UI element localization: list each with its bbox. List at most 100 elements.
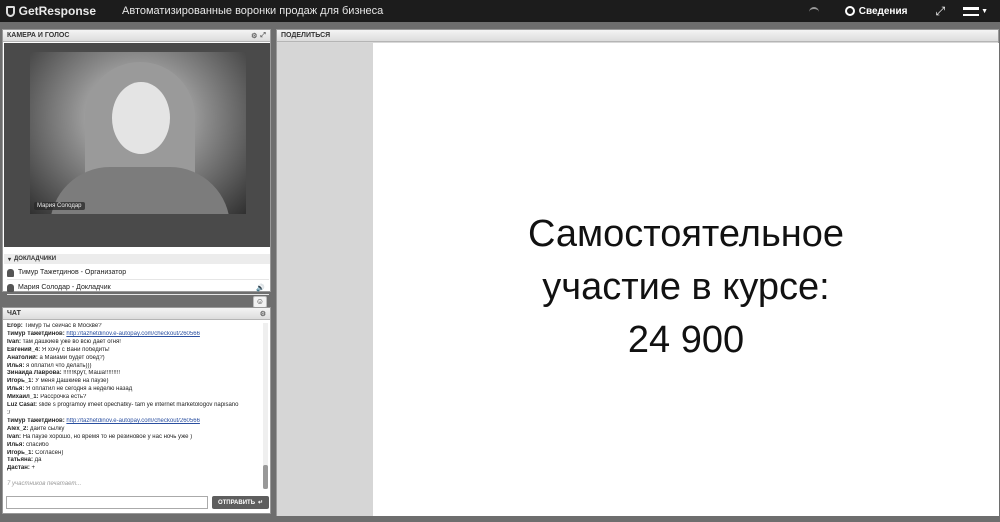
layout-icon (963, 6, 980, 16)
chevron-down-icon: ▼ (981, 7, 988, 15)
chat-text: а Майами будет обед?) (39, 354, 105, 361)
speaker-volume-icon: 🔊 (256, 284, 265, 292)
camera-panel: КАМЕРА И ГОЛОС ⚙ ⤢ Мария Солодар ▾ ДОКЛА… (2, 29, 271, 308)
chat-text: я оплатил что делать))) (25, 362, 92, 369)
person-icon (7, 283, 14, 292)
slide-line: участие в курсе: (542, 266, 830, 308)
chat-message: Илья: Я оплатил не сегодня а неделю наза… (7, 386, 263, 394)
slide-text: Самостоятельное участие в курсе: 24 900 (373, 208, 999, 367)
chat-text: Согласен) (35, 449, 64, 456)
chat-message: Игорь_1: Согласен) (7, 450, 263, 458)
gear-icon (844, 6, 855, 16)
person-icon (7, 268, 14, 277)
chat-message: Егор: Тимур ты сейчас в Москве? (7, 323, 263, 331)
speaker-row[interactable]: Мария Солодар - Докладчик 🔊 (7, 281, 269, 295)
top-bar: GetResponse Автоматизированные воронки п… (0, 0, 1000, 22)
layout-menu-button[interactable]: ▼ (963, 6, 988, 16)
chat-text: да (34, 457, 42, 464)
chat-text: Тимур ты сейчас в Москве? (24, 323, 102, 329)
chat-author: Ivan: (7, 338, 22, 345)
chat-author: Тимур Тажетдинов: (7, 417, 65, 424)
top-bar-actions: Сведения ⤢ ▼ (808, 0, 1000, 22)
chat-author: Alex_2: (7, 425, 29, 432)
speakers-header[interactable]: ▾ ДОКЛАДЧИКИ (4, 254, 270, 264)
chat-text: Я хочу с Вани победить! (41, 346, 110, 353)
presentation-slide: Самостоятельное участие в курсе: 24 900 (373, 43, 999, 516)
chat-author: Илья: (7, 362, 25, 369)
chat-message: Тимур Тажетдинов: http://tazhetdinov.e-a… (7, 418, 263, 426)
chat-panel: ЧАТ ⚙ Егор: Тимур ты сейчас в Москве? Тим… (2, 307, 271, 514)
chat-message: Тимур Тажетдинов: http://tazhetdinov.e-a… (7, 331, 263, 339)
send-button-label: ОТПРАВИТЬ (217, 499, 256, 506)
brand-logo[interactable]: GetResponse (0, 4, 96, 18)
collapse-icon: ▾ (8, 256, 12, 263)
expand-icon[interactable]: ⤢ (260, 32, 266, 40)
chat-text: :/ (7, 409, 11, 416)
chat-text: + (31, 465, 36, 472)
chat-author: Ivan: (7, 433, 22, 440)
chat-input[interactable] (6, 496, 208, 509)
chat-link[interactable]: http://tazhetdinov.e-autopay.com/checkou… (66, 418, 200, 424)
chat-text: На паузе хорошо, но время то не резиново… (22, 433, 193, 440)
chat-message: Alex_2: дайте сылку (7, 426, 263, 434)
chat-scrollbar[interactable] (263, 323, 268, 489)
chat-message: Анатолий: а Майами будет обед?) (7, 355, 263, 363)
speaker-row[interactable]: Тимур Тажетдинов - Организатор (7, 266, 269, 280)
chat-author: Анатолий: (7, 354, 38, 361)
chat-author: Михаил_1: (7, 394, 39, 401)
video-name-tag: Мария Солодар (34, 202, 85, 210)
slide-line: Самостоятельное (527, 213, 845, 255)
chat-text: там дашкиев уже во всю дает огня! (22, 338, 121, 345)
chat-message: Михаил_1: Рассрочка есть? (7, 394, 263, 402)
chat-message: Евгений_4: Я хочу с Вани победить! (7, 347, 263, 355)
send-button[interactable]: ОТПРАВИТЬ ↵ (212, 496, 269, 509)
video-area: Мария Солодар (4, 43, 270, 247)
slide-line: 24 900 (627, 319, 745, 361)
speaker-name: Мария Солодар - Докладчик (18, 284, 111, 291)
chat-author: Евгений_4: (7, 346, 41, 353)
camera-panel-header: КАМЕРА И ГОЛОС ⚙ ⤢ (3, 30, 270, 42)
chat-panel-title: ЧАТ (7, 310, 21, 317)
getresponse-logo-icon (6, 5, 15, 17)
typing-indicator: 7 участников печатает... (7, 481, 82, 487)
chat-text: Я оплатил не сегодня а неделю назад (25, 386, 133, 393)
presenter-video[interactable]: Мария Солодар (30, 52, 246, 214)
settings-icon[interactable]: ⚙ (260, 310, 266, 318)
chat-message: Ivan: На паузе хорошо, но время то не ре… (7, 434, 263, 442)
info-button-label: Сведения (858, 5, 908, 17)
share-panel: ПОДЕЛИТЬСЯ Самостоятельное участие в кур… (276, 29, 999, 516)
chat-text: спасибо (25, 441, 49, 448)
chat-link[interactable]: http://tazhetdinov.e-autopay.com/checkou… (66, 331, 200, 337)
webinar-title: Автоматизированные воронки продаж для би… (122, 5, 384, 17)
chat-author: Дастан: (7, 465, 30, 472)
chat-message: Зинаида Лаврова: !!!!!!Крут, Маша!!!!!!!… (7, 370, 263, 378)
fullscreen-icon[interactable]: ⤢ (935, 4, 945, 19)
slide-side-area (277, 43, 373, 516)
brand-name: GetResponse (18, 4, 96, 18)
settings-icon[interactable]: ⚙ (251, 32, 257, 40)
chat-text: дайте сылку (30, 425, 65, 432)
chat-author: Илья: (7, 386, 25, 393)
chat-message: Игорь_1: У меня Дашкиев на паузе) (7, 378, 263, 386)
chat-message: Luz Casal: slide s programoy imeet opech… (7, 402, 263, 410)
chat-text: slide s programoy imeet opechatky- tam y… (38, 402, 239, 409)
chat-author: Илья: (7, 441, 25, 448)
chat-message: :/ (7, 410, 263, 418)
chat-panel-header: ЧАТ ⚙ (3, 308, 270, 320)
info-button[interactable]: Сведения (844, 5, 908, 17)
chat-message-list[interactable]: Егор: Тимур ты сейчас в Москве? Тимур Таж… (7, 323, 263, 493)
chat-author: Luz Casal: (7, 402, 38, 409)
chat-message: Дастан: + (7, 465, 263, 473)
scrollbar-thumb[interactable] (263, 465, 268, 489)
chat-author: Егор: (7, 323, 23, 329)
chat-text: Рассрочка есть? (40, 394, 87, 401)
chat-message: Илья: я оплатил что делать))) (7, 363, 263, 371)
return-icon: ↵ (258, 500, 264, 506)
chat-text: !!!!!!Крут, Маша!!!!!!!!! (63, 370, 120, 377)
camera-panel-title: КАМЕРА И ГОЛОС (7, 32, 70, 39)
chat-author: Игорь_1: (7, 378, 34, 385)
share-panel-title: ПОДЕЛИТЬСЯ (281, 32, 331, 39)
chat-message: Татьяна: да (7, 457, 263, 465)
share-panel-header: ПОДЕЛИТЬСЯ (277, 30, 998, 42)
presenter-face (112, 82, 170, 154)
